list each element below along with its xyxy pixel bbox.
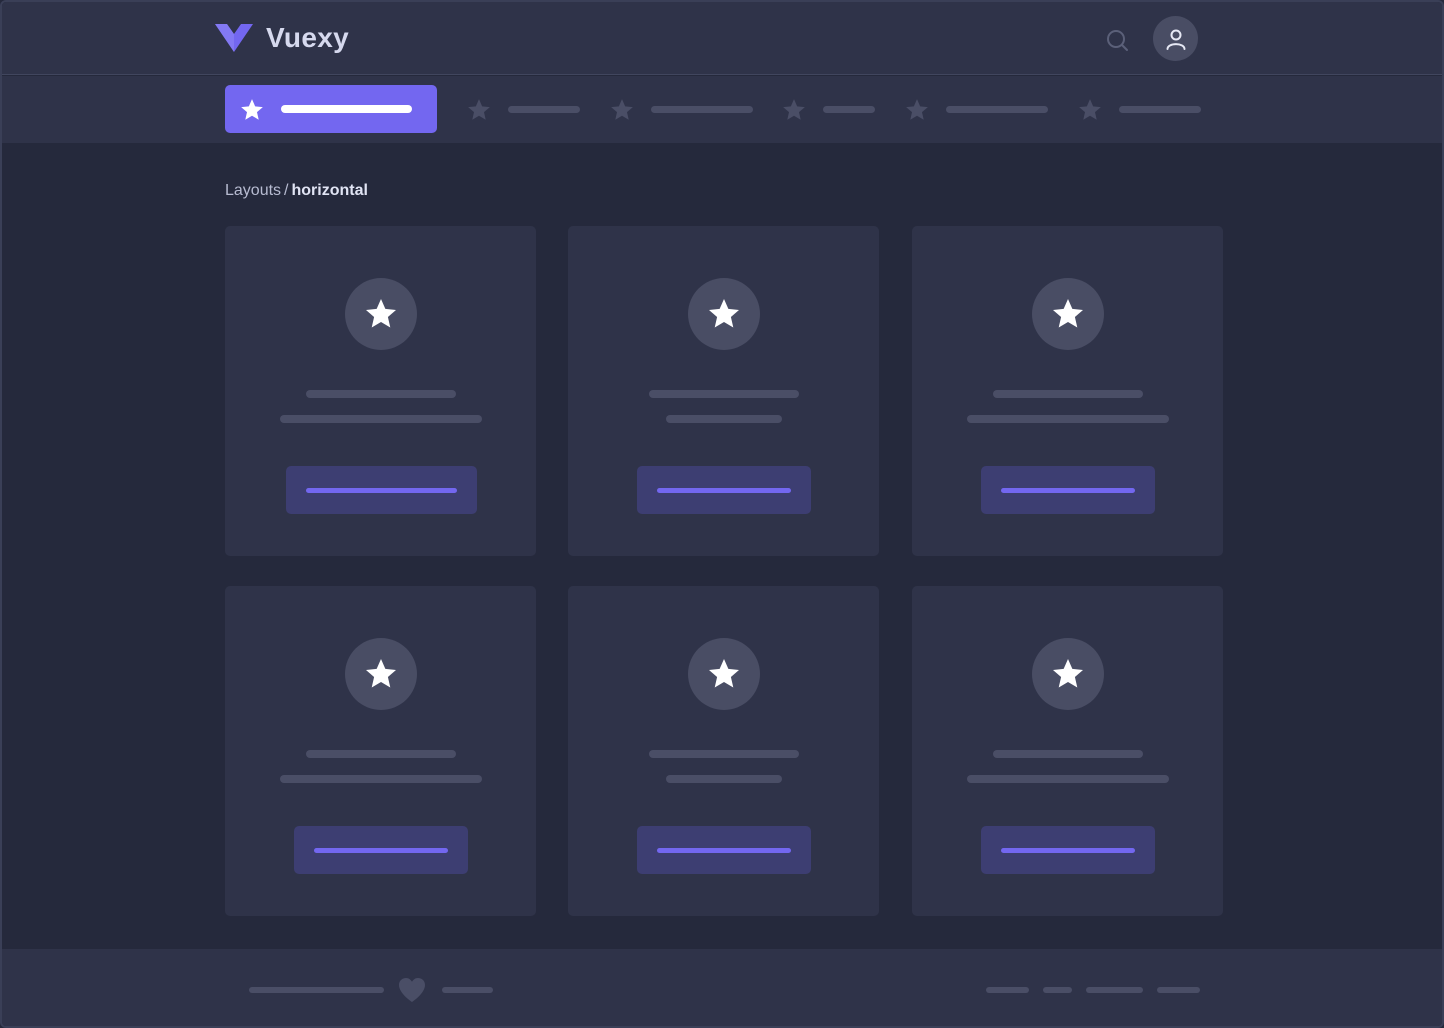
card	[568, 586, 879, 916]
card-title-placeholder	[648, 390, 799, 398]
breadcrumb: Layouts / horizontal	[225, 182, 368, 200]
app-window: Vuexy Layouts / horizontal	[0, 0, 1444, 1028]
card-icon-circle	[1031, 278, 1104, 350]
card-title-placeholder	[992, 750, 1143, 758]
menu-label-placeholder	[651, 106, 753, 113]
star-icon	[708, 659, 739, 688]
menu-label-placeholder	[946, 106, 1048, 113]
menu-item-active[interactable]	[225, 85, 437, 133]
user-avatar[interactable]	[1153, 16, 1198, 61]
card-icon-circle	[687, 638, 760, 710]
card-title-placeholder	[648, 750, 799, 758]
star-icon	[365, 299, 396, 328]
footer-text-placeholder	[442, 987, 493, 993]
button-label-placeholder	[1000, 848, 1135, 853]
card	[568, 226, 879, 556]
button-label-placeholder	[306, 488, 457, 493]
card-text-placeholder	[966, 415, 1169, 423]
button-label-placeholder	[1000, 488, 1135, 493]
card-button[interactable]	[636, 826, 811, 874]
footer-text-placeholder	[249, 987, 384, 993]
vuexy-logo-icon	[215, 24, 253, 52]
card-icon-circle	[344, 278, 417, 350]
card-text-placeholder	[279, 775, 482, 783]
card	[225, 226, 536, 556]
footer-link-placeholder[interactable]	[1157, 987, 1200, 993]
star-icon	[1079, 99, 1101, 120]
menu-item[interactable]	[464, 85, 584, 133]
card	[912, 586, 1223, 916]
heart-icon	[399, 978, 425, 1002]
card	[225, 586, 536, 916]
footer-link-placeholder[interactable]	[986, 987, 1029, 993]
menu-item[interactable]	[1075, 85, 1205, 133]
star-icon	[1052, 659, 1083, 688]
card	[912, 226, 1223, 556]
card-title-placeholder	[305, 750, 456, 758]
menu-item[interactable]	[779, 85, 879, 133]
menu-label-placeholder	[823, 106, 875, 113]
button-label-placeholder	[313, 848, 448, 853]
footer	[2, 949, 1442, 1026]
search-icon[interactable]	[1103, 26, 1131, 54]
card-icon-circle	[344, 638, 417, 710]
menu-label-placeholder	[281, 105, 412, 113]
card-text-placeholder	[665, 775, 782, 783]
star-icon	[611, 99, 633, 120]
card-text-placeholder	[966, 775, 1169, 783]
star-icon	[468, 99, 490, 120]
footer-link-placeholder[interactable]	[1043, 987, 1072, 993]
star-icon	[241, 99, 263, 120]
card-text-placeholder	[279, 415, 482, 423]
card-button[interactable]	[293, 826, 468, 874]
breadcrumb-parent[interactable]: Layouts	[225, 182, 281, 199]
star-icon	[783, 99, 805, 120]
card-button[interactable]	[980, 826, 1155, 874]
menu-item[interactable]	[607, 85, 757, 133]
breadcrumb-separator: /	[284, 182, 289, 199]
card-text-placeholder	[665, 415, 782, 423]
user-icon	[1166, 29, 1185, 50]
button-label-placeholder	[656, 488, 791, 493]
card-button[interactable]	[980, 466, 1155, 514]
brand-name[interactable]: Vuexy	[266, 22, 349, 54]
star-icon	[906, 99, 928, 120]
breadcrumb-current: horizontal	[291, 182, 368, 199]
card-icon-circle	[687, 278, 760, 350]
card-title-placeholder	[992, 390, 1143, 398]
menu-label-placeholder	[508, 106, 580, 113]
star-icon	[1052, 299, 1083, 328]
star-icon	[365, 659, 396, 688]
menu-label-placeholder	[1119, 106, 1201, 113]
card-title-placeholder	[305, 390, 456, 398]
footer-link-placeholder[interactable]	[1086, 987, 1143, 993]
card-button[interactable]	[285, 466, 477, 514]
card-button[interactable]	[636, 466, 811, 514]
card-icon-circle	[1031, 638, 1104, 710]
menu-item[interactable]	[902, 85, 1052, 133]
button-label-placeholder	[656, 848, 791, 853]
star-icon	[708, 299, 739, 328]
